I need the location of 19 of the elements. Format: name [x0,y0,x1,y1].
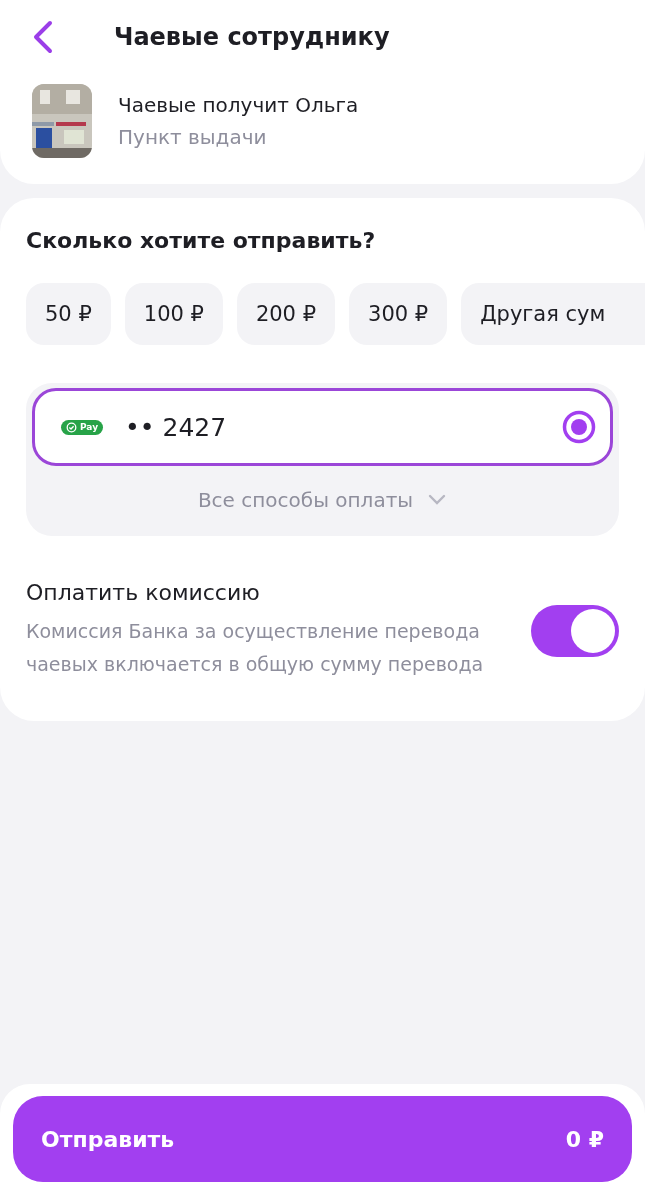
amount-heading: Сколько хотите отправить? [26,228,377,253]
amount-chip[interactable]: Другая сум [461,283,645,345]
commission-title: Оплатить комиссию [26,580,261,605]
recipient-place: Пункт выдачи [118,125,268,149]
chevron-down-icon [427,494,448,506]
amount-chip[interactable]: 100 ₽ [124,283,223,345]
radio-icon [562,410,596,444]
back-button[interactable] [32,20,54,54]
amount-chip[interactable]: 50 ₽ [26,283,111,345]
recipient-name: Чаевые получит Ольга [118,93,359,117]
amount-chip[interactable]: 200 ₽ [236,283,335,345]
pay-badge: Pay [61,419,104,435]
card-number: •• 2427 [125,412,228,442]
amount-chip[interactable]: 300 ₽ [349,283,448,345]
send-button[interactable]: Отправить 0 ₽ [13,1096,632,1182]
payment-card-option[interactable]: Pay •• 2427 [32,388,613,466]
commission-toggle[interactable] [531,604,619,657]
commission-description: Комиссия Банка за осуществление перевода чаевых включается в общую сумму перевода [26,619,485,677]
page-title: Чаевые сотруднику [114,23,390,51]
